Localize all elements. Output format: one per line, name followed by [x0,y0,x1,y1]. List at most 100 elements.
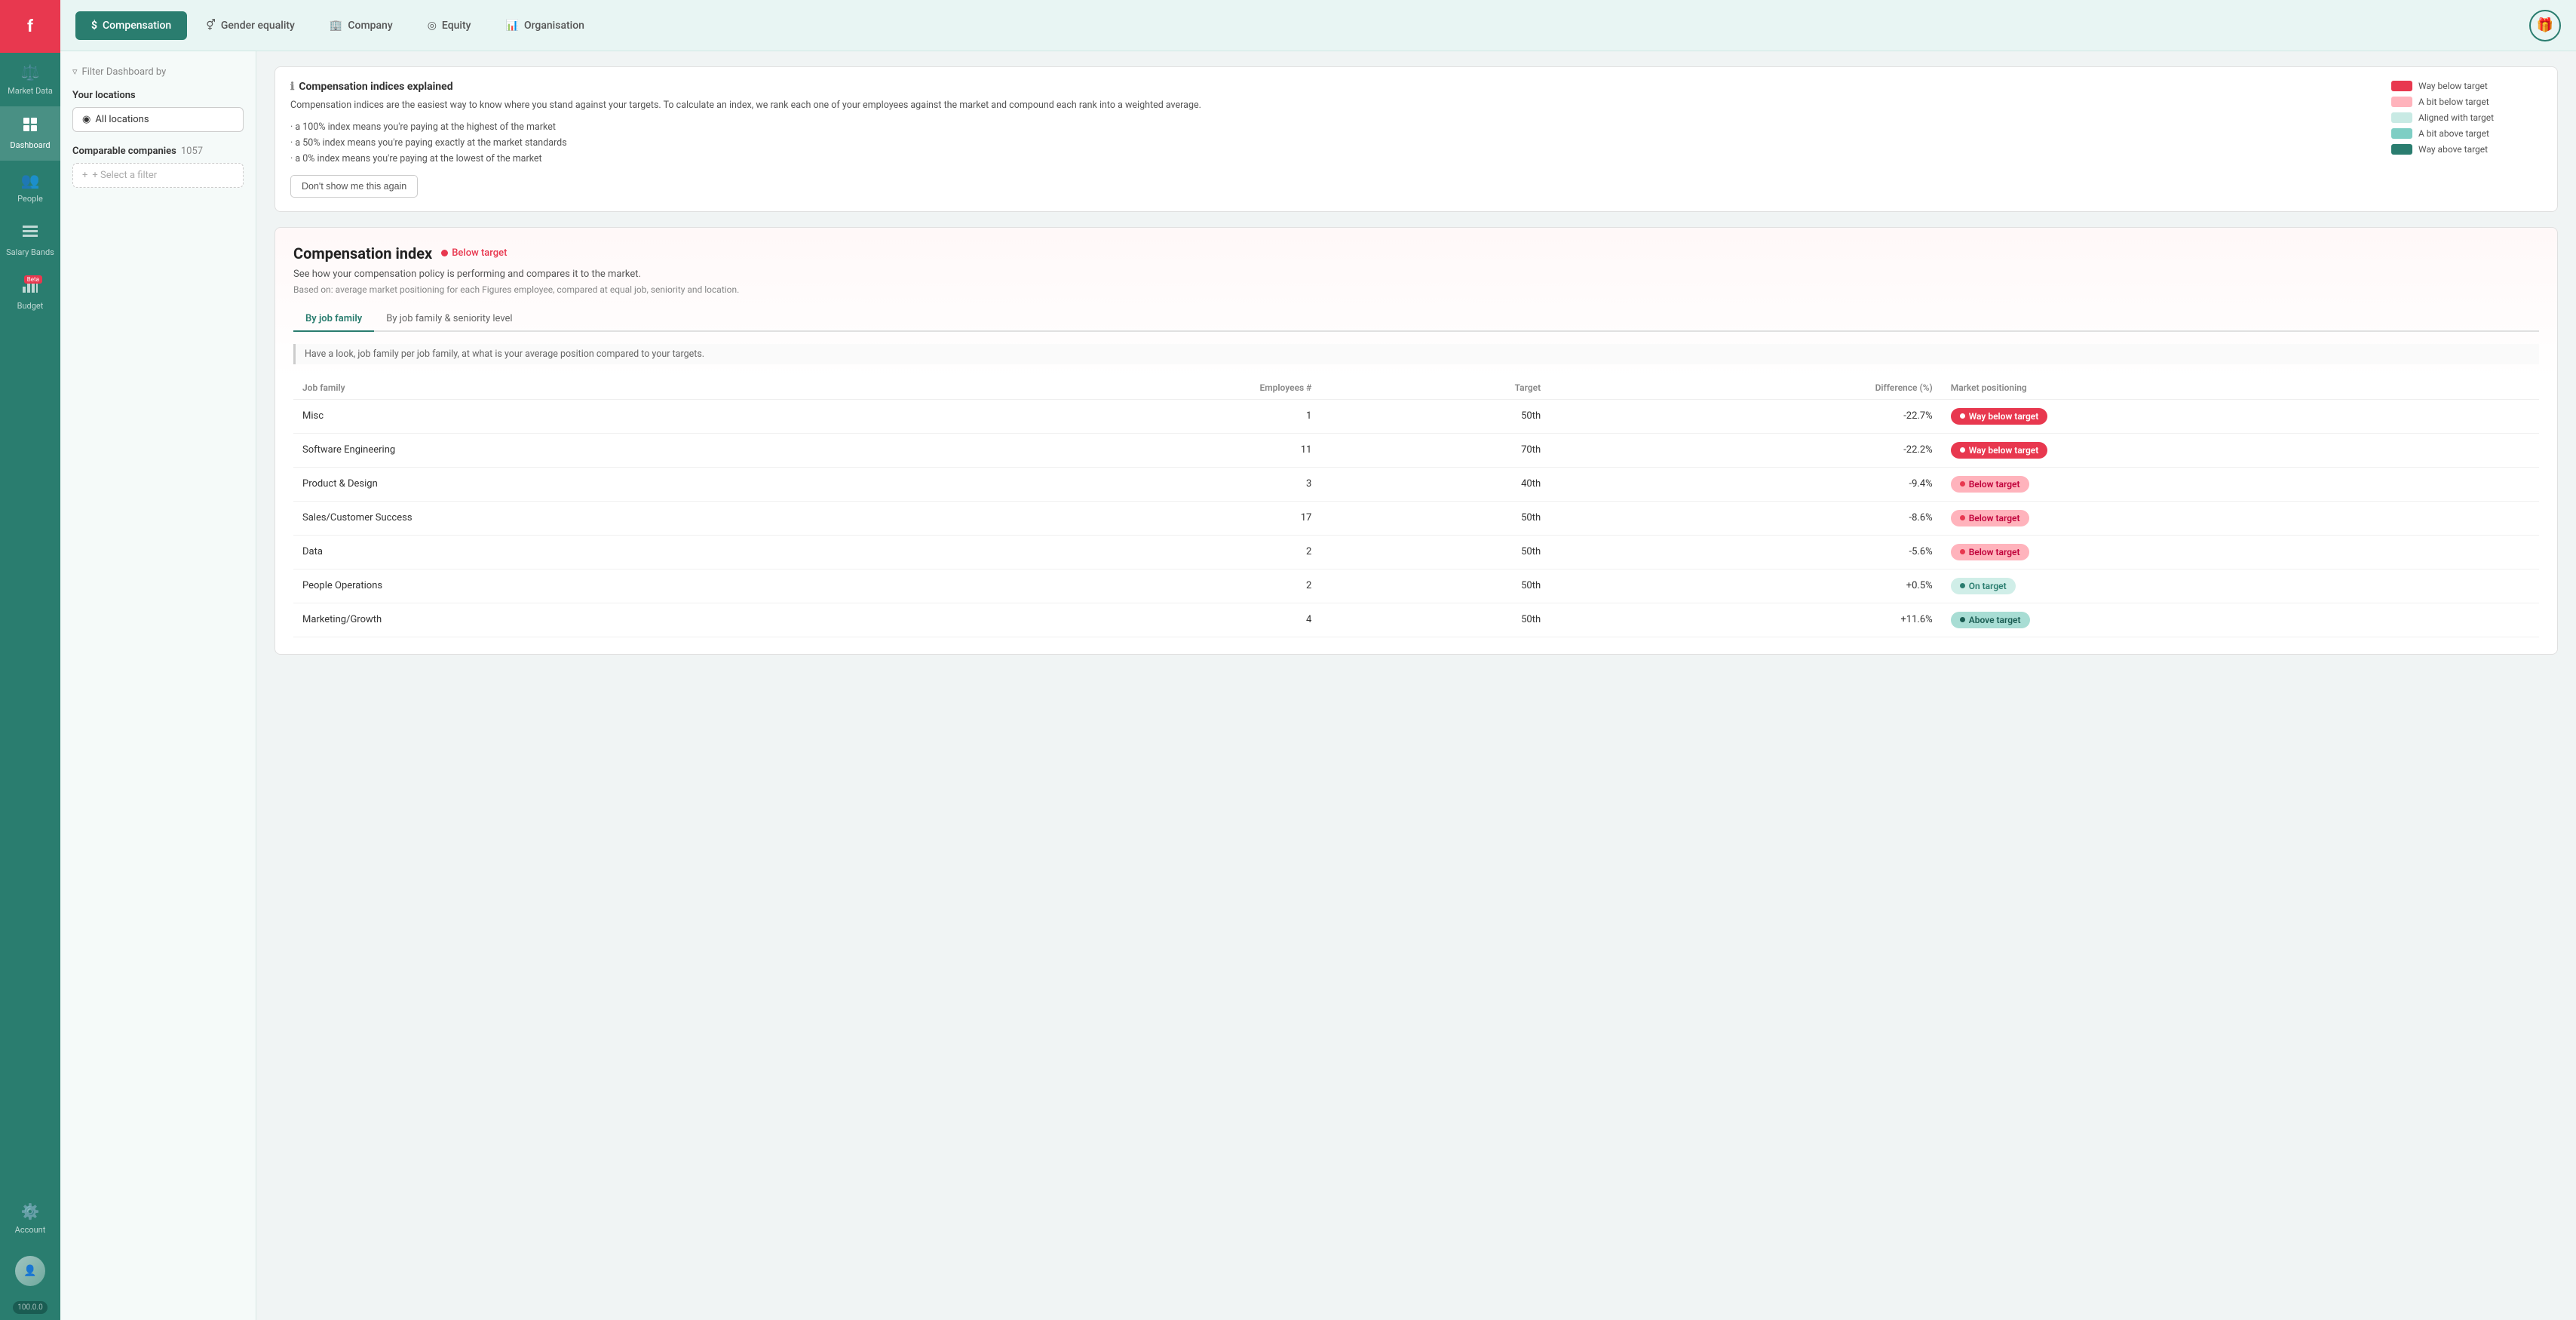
sidebar-label-people: People [17,194,43,204]
legend-item: A bit above target [2391,128,2542,139]
cell-market-positioning: Way below target [1942,433,2539,467]
organisation-icon: 📊 [506,20,519,32]
cell-market-positioning: Above target [1942,603,2539,637]
tab-compensation[interactable]: $ Compensation [75,11,187,40]
legend-swatch [2391,97,2412,107]
cell-job-family: Misc [293,399,957,433]
cell-employees: 2 [957,569,1320,603]
table-row: Software Engineering 11 70th -22.2% Way … [293,433,2539,467]
account-icon: ⚙️ [21,1202,40,1220]
sidebar-item-salary-bands[interactable]: Salary Bands [0,214,60,268]
col-difference: Difference (%) [1550,376,1942,400]
cell-difference: -8.6% [1550,501,1942,535]
comp-based-on: Based on: average market positioning for… [293,284,2539,295]
sidebar-item-people[interactable]: 👥 People [0,161,60,214]
legend-swatch [2391,144,2412,155]
table-row: Misc 1 50th -22.7% Way below target [293,399,2539,433]
cell-target: 40th [1320,467,1550,501]
legend-item: Aligned with target [2391,112,2542,123]
location-value: All locations [95,114,149,125]
sidebar: f ⚖️ Market Data Dashboard 👥 People [0,0,60,1320]
comparable-count: 1057 [181,146,203,157]
sidebar-label-salary-bands: Salary Bands [6,247,54,257]
dashboard-icon [23,117,38,136]
market-badge: Below target [1951,544,2029,560]
market-badge: Above target [1951,612,2030,628]
tab-by-job-family-seniority[interactable]: By job family & seniority level [374,307,524,332]
gift-button[interactable]: 🎁 [2529,10,2561,41]
col-job-family: Job family [293,376,957,400]
add-filter-button[interactable]: + + Select a filter [72,163,244,188]
sidebar-item-account[interactable]: ⚙️ Account [0,1192,60,1245]
badge-dot [1960,515,1965,520]
sidebar-item-market-data[interactable]: ⚖️ Market Data [0,53,60,106]
status-dot [441,250,448,256]
logo[interactable]: f [0,0,60,53]
dont-show-button[interactable]: Don't show me this again [290,175,418,198]
cell-market-positioning: On target [1942,569,2539,603]
main-content: $ Compensation ⚥ Gender equality 🏢 Compa… [60,0,2576,1320]
cell-difference: -22.2% [1550,433,1942,467]
cell-market-positioning: Below target [1942,501,2539,535]
badge-dot [1960,583,1965,588]
tab-equity[interactable]: ◎ Equity [412,11,487,40]
cell-target: 50th [1320,603,1550,637]
filter-icon: ▿ [72,66,78,78]
badge-dot [1960,549,1965,554]
info-title: ℹ Compensation indices explained [290,81,2376,93]
cell-difference: -9.4% [1550,467,1942,501]
equity-label: Equity [442,20,471,32]
tab-gender-equality[interactable]: ⚥ Gender equality [190,11,311,40]
location-select[interactable]: ◉ All locations [72,107,244,132]
cell-job-family: People Operations [293,569,957,603]
cell-target: 70th [1320,433,1550,467]
info-main: ℹ Compensation indices explained Compens… [290,81,2376,198]
cell-employees: 11 [957,433,1320,467]
comp-section-title: Compensation index [293,244,432,262]
comp-description: See how your compensation policy is perf… [293,269,2539,280]
tab-company[interactable]: 🏢 Company [314,11,409,40]
tab-organisation[interactable]: 📊 Organisation [490,11,600,40]
cell-target: 50th [1320,535,1550,569]
comparable-title: Comparable companies 1057 [72,146,244,157]
sidebar-label-account: Account [15,1225,46,1235]
filter-header-text: Filter Dashboard by [82,66,167,78]
comparable-label: Comparable companies [72,146,176,157]
sidebar-label-dashboard: Dashboard [10,140,50,150]
info-box: ℹ Compensation indices explained Compens… [274,66,2558,212]
gender-equality-icon: ⚥ [206,20,216,32]
compensation-tab-icon: $ [91,20,97,32]
content-area: ▿ Filter Dashboard by Your locations ◉ A… [60,51,2576,1320]
table-row: Data 2 50th -5.6% Below target [293,535,2539,569]
status-label: Below target [452,247,507,259]
equity-icon: ◎ [428,20,437,32]
salary-bands-icon [23,225,38,243]
legend-item: Way below target [2391,81,2542,91]
sidebar-item-budget[interactable]: Beta Budget [0,268,60,321]
scale-icon: ⚖️ [21,63,40,81]
badge-dot [1960,481,1965,487]
cell-employees: 3 [957,467,1320,501]
compensation-index-section: Compensation index Below target See how … [274,227,2558,655]
market-badge: Below target [1951,476,2029,493]
tab-by-job-family[interactable]: By job family [293,307,374,332]
compensation-tab-label: Compensation [103,20,171,32]
info-list: · a 100% index means you're paying at th… [290,119,2376,167]
cell-job-family: Sales/Customer Success [293,501,957,535]
sidebar-avatar-item[interactable]: 👤 [0,1245,60,1301]
legend-label: A bit above target [2418,128,2489,139]
locations-title: Your locations [72,90,244,101]
cell-employees: 17 [957,501,1320,535]
info-text: Compensation indices are the easiest way… [290,99,2376,113]
table-row: People Operations 2 50th +0.5% On target [293,569,2539,603]
market-badge: Way below target [1951,408,2048,425]
people-icon: 👥 [21,171,40,189]
sidebar-item-dashboard[interactable]: Dashboard [0,106,60,161]
avatar: 👤 [15,1256,45,1286]
cell-difference: -5.6% [1550,535,1942,569]
status-badge: Below target [441,247,507,259]
sidebar-label-budget: Budget [17,301,44,311]
cell-employees: 2 [957,535,1320,569]
col-market-positioning: Market positioning [1942,376,2539,400]
legend-swatch [2391,128,2412,139]
